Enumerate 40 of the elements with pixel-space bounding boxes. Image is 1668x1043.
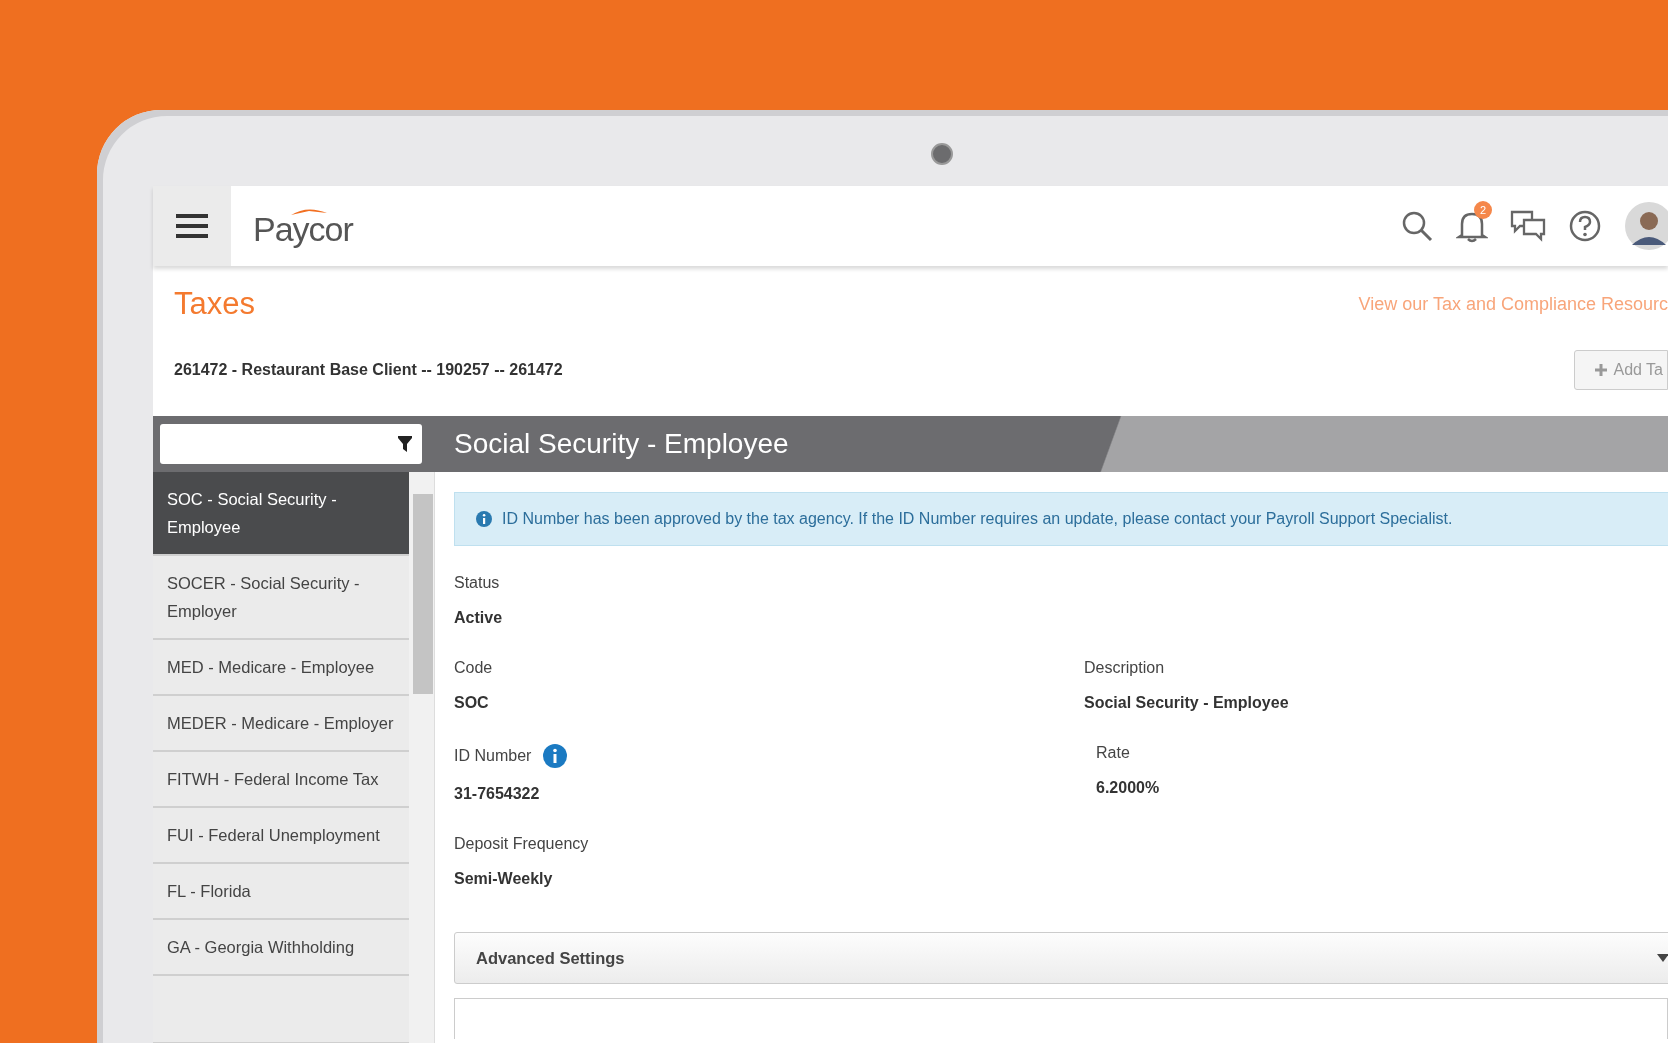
tax-list-item[interactable]: GA - Georgia Withholding — [153, 920, 409, 976]
field-value: Active — [454, 609, 504, 627]
field-value: Semi-Weekly — [454, 870, 554, 888]
page-title: Taxes — [174, 286, 255, 322]
info-icon — [476, 511, 492, 527]
help-icon[interactable] — [1568, 209, 1602, 243]
field-label: Rate — [1096, 744, 1131, 762]
field-value: 31-7654322 — [454, 785, 541, 803]
tax-list-item[interactable]: MEDER - Medicare - Employer — [153, 696, 409, 752]
menu-icon — [176, 213, 208, 239]
tax-list-item[interactable]: FUI - Federal Unemployment — [153, 808, 409, 864]
field-value: SOC — [454, 694, 490, 712]
field-value: Social Security - Employee — [1084, 694, 1290, 712]
camera-icon — [931, 143, 953, 165]
menu-button[interactable] — [153, 186, 231, 266]
chat-icon[interactable] — [1510, 209, 1546, 243]
filter-field[interactable] — [160, 424, 422, 464]
tax-list-item[interactable]: FITWH - Federal Income Tax — [153, 752, 409, 808]
avatar-icon[interactable] — [1624, 201, 1668, 251]
paycor-logo: Paycor — [253, 208, 353, 249]
field-label: ID Number — [454, 747, 532, 765]
notification-badge: 2 — [1474, 201, 1492, 219]
caret-icon — [1657, 954, 1668, 962]
notice-text: ID Number has been approved by the tax agency. If the ID Number requires an update, please contact your Payroll Support Specialist. — [502, 510, 1453, 528]
field-label: Description — [1084, 659, 1166, 677]
filter-icon — [398, 436, 412, 452]
advanced-settings-panel[interactable]: Advanced Settings — [454, 932, 1668, 984]
field-label: Code — [454, 659, 494, 677]
tax-list-item[interactable]: SOCER - Social Security - Employer — [153, 556, 409, 640]
field-label: Status — [454, 574, 501, 592]
field-value: 6.2000% — [1096, 779, 1161, 797]
tax-list-item[interactable]: FL - Florida — [153, 864, 409, 920]
field-label: Deposit Frequency — [454, 835, 590, 853]
tax-list-item[interactable]: MED - Medicare - Employee — [153, 640, 409, 696]
tax-list-item[interactable]: SOC - Social Security - Employee — [153, 472, 409, 556]
client-name: 261472 - Restaurant Base Client -- 190257 -- 261472 — [174, 361, 563, 379]
search-icon[interactable] — [1400, 209, 1434, 243]
detail-title: Social Security - Employee — [454, 428, 789, 460]
info-icon[interactable] — [543, 744, 568, 768]
plus-icon — [1595, 364, 1608, 376]
